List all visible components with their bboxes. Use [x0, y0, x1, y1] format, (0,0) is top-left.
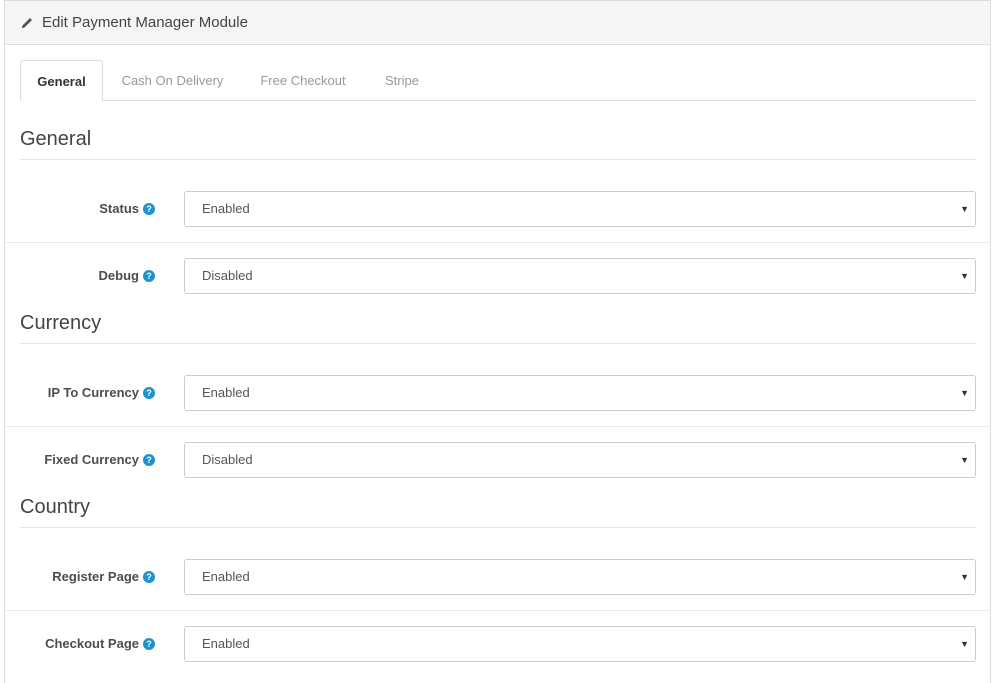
section-title-general: General [20, 128, 976, 160]
caret-down-icon: ▼ [960, 271, 969, 281]
register-page-label: Register Page ? [52, 559, 155, 595]
help-icon[interactable]: ? [143, 571, 155, 583]
caret-down-icon: ▼ [960, 204, 969, 214]
checkout-page-select-value: Enabled [202, 636, 250, 651]
debug-select-value: Disabled [202, 268, 253, 283]
register-page-select[interactable]: Enabled ▼ [184, 559, 976, 595]
tab-general[interactable]: General [20, 60, 103, 101]
tab-cash-on-delivery[interactable]: Cash On Delivery [110, 60, 235, 101]
tab-bar: General Cash On Delivery Free Checkout S… [20, 60, 976, 101]
ip-to-currency-label: IP To Currency ? [48, 375, 155, 411]
pencil-icon [22, 18, 32, 28]
section-title-currency: Currency [20, 312, 976, 344]
row-divider [5, 242, 990, 243]
help-icon[interactable]: ? [143, 454, 155, 466]
fixed-currency-label: Fixed Currency ? [44, 442, 155, 478]
debug-label: Debug ? [99, 258, 155, 294]
debug-select[interactable]: Disabled ▼ [184, 258, 976, 294]
panel-heading: Edit Payment Manager Module [5, 1, 990, 45]
help-icon[interactable]: ? [143, 638, 155, 650]
status-select[interactable]: Enabled ▼ [184, 191, 976, 227]
tab-free-checkout[interactable]: Free Checkout [248, 60, 358, 101]
status-label: Status ? [99, 191, 155, 227]
status-label-text: Status [99, 201, 139, 216]
ip-to-currency-select-value: Enabled [202, 385, 250, 400]
fixed-currency-select-value: Disabled [202, 452, 253, 467]
caret-down-icon: ▼ [960, 572, 969, 582]
checkout-page-label-text: Checkout Page [45, 636, 139, 651]
ip-to-currency-label-text: IP To Currency [47, 385, 139, 400]
checkout-page-select[interactable]: Enabled ▼ [184, 626, 976, 662]
edit-module-panel: Edit Payment Manager Module General Cash… [4, 0, 991, 683]
caret-down-icon: ▼ [960, 388, 969, 398]
row-divider [5, 610, 990, 611]
row-divider [5, 426, 990, 427]
help-icon[interactable]: ? [143, 203, 155, 215]
fixed-currency-select[interactable]: Disabled ▼ [184, 442, 976, 478]
debug-label-text: Debug [98, 268, 139, 283]
help-icon[interactable]: ? [143, 387, 155, 399]
help-icon[interactable]: ? [143, 270, 155, 282]
panel-title: Edit Payment Manager Module [42, 14, 248, 31]
register-page-select-value: Enabled [202, 569, 250, 584]
checkout-page-label: Checkout Page ? [45, 626, 155, 662]
caret-down-icon: ▼ [960, 639, 969, 649]
register-page-label-text: Register Page [52, 569, 139, 584]
section-title-country: Country [20, 496, 976, 528]
ip-to-currency-select[interactable]: Enabled ▼ [184, 375, 976, 411]
caret-down-icon: ▼ [960, 455, 969, 465]
fixed-currency-label-text: Fixed Currency [44, 452, 139, 467]
status-select-value: Enabled [202, 201, 250, 216]
tab-stripe[interactable]: Stripe [372, 60, 432, 101]
